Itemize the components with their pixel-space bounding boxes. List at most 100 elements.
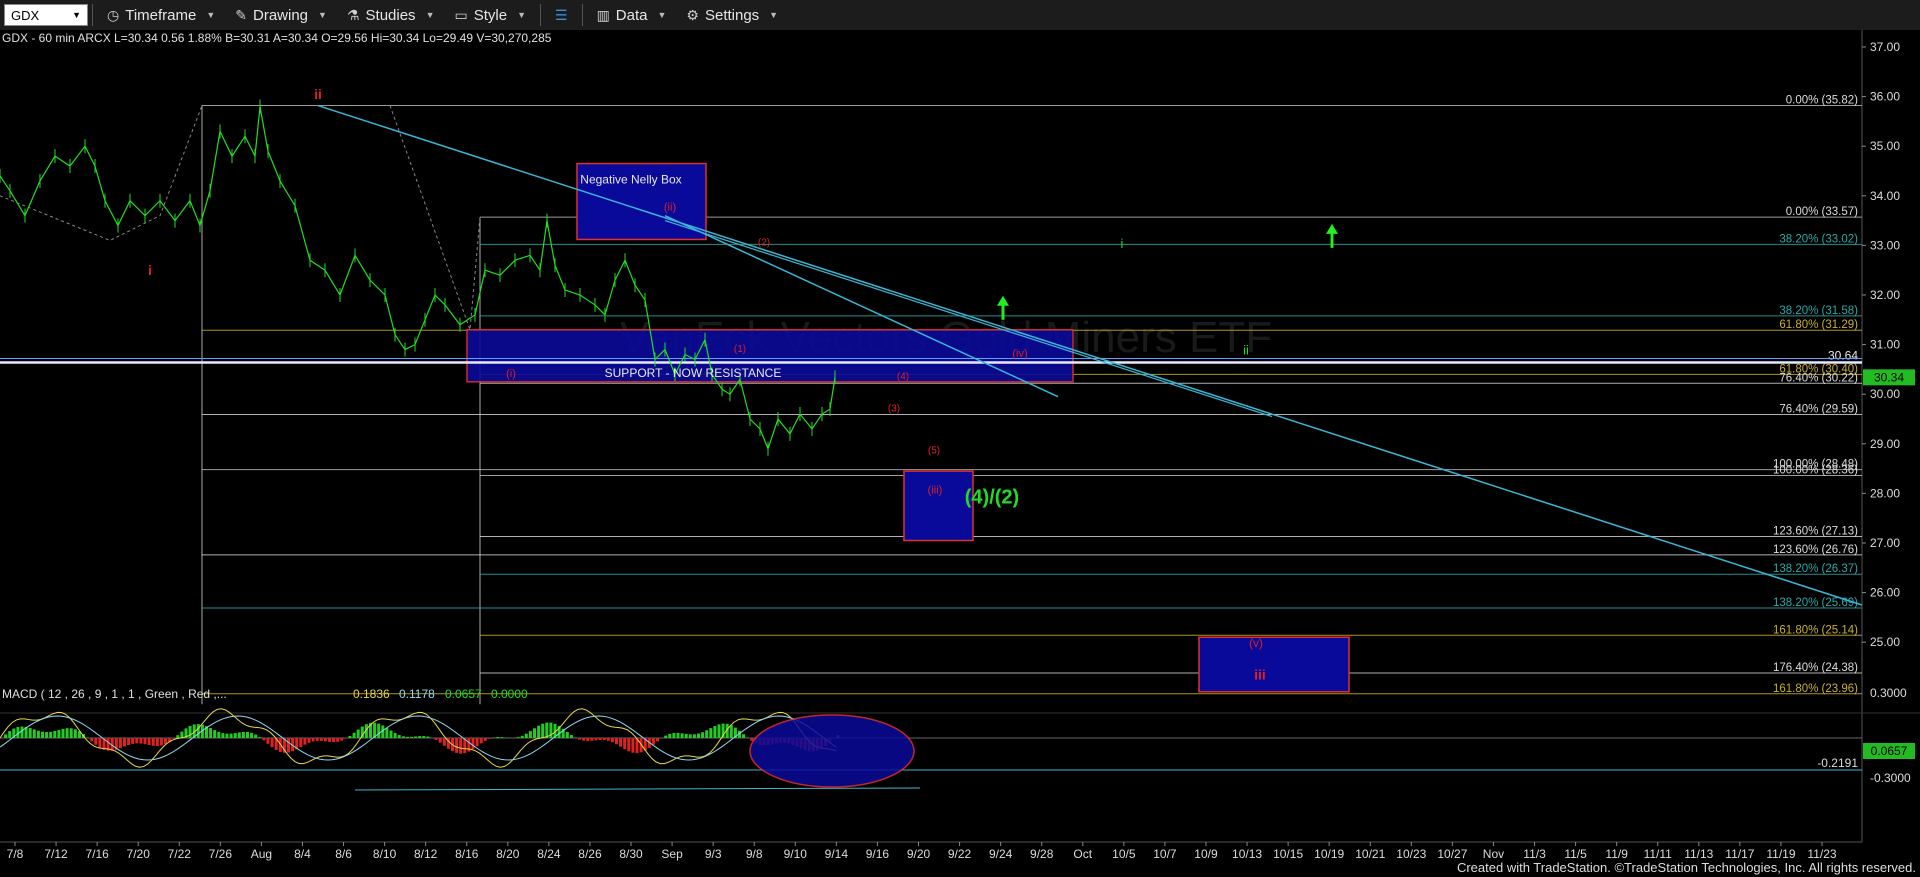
macd-histogram-bar (159, 738, 163, 746)
macd-histogram-bar (397, 735, 401, 738)
macd-histogram-bar (258, 737, 262, 738)
wave-iii-box (903, 470, 974, 542)
macd-histogram-bar (32, 729, 36, 738)
macd-histogram-bar (151, 738, 155, 746)
macd-histogram-bar (631, 738, 635, 753)
fib-level-label: 123.60% (26.76) (1773, 544, 1858, 556)
macd-histogram-bar (668, 733, 672, 738)
x-tick-label: Nov (1483, 847, 1504, 861)
x-tick-label: 9/10 (784, 847, 808, 861)
macd-histogram-bar (315, 738, 319, 741)
wave-annotation: (4)/(2) (965, 486, 1019, 508)
x-tick-label: 8/10 (373, 847, 397, 861)
macd-histogram-bar (45, 732, 49, 738)
studies-menu[interactable]: ⚗ Studies ▼ (337, 0, 445, 30)
macd-histogram-bar (94, 738, 98, 745)
drawing-menu[interactable]: ✎ Drawing ▼ (225, 0, 337, 30)
wave-annotation: ii (314, 86, 322, 102)
x-tick-label: 8/26 (578, 847, 602, 861)
macd-histogram-bar (323, 738, 327, 742)
x-tick-label: 10/23 (1396, 847, 1426, 861)
chevron-down-icon: ▼ (657, 10, 667, 20)
macd-histogram-bar (434, 738, 438, 740)
macd-y-tick-label: 0.3000 (1870, 686, 1907, 700)
macd-histogram-bar (680, 733, 684, 738)
pencil-icon: ✎ (235, 6, 247, 23)
chevron-down-icon: ▼ (72, 10, 81, 20)
macd-histogram-bar (615, 738, 618, 745)
macd-histogram-bar (246, 732, 249, 738)
macd-histogram-bar (594, 738, 598, 741)
fib-level-label: 100.00% (28.36) (1773, 465, 1858, 477)
macd-histogram-bar (20, 726, 24, 738)
macd-histogram-bar (697, 733, 700, 738)
x-tick-label: 7/20 (127, 847, 151, 861)
macd-histogram-bar (438, 738, 442, 743)
macd-histogram-bar (475, 738, 479, 747)
x-tick-label: Aug (251, 847, 272, 861)
wave-annotation: (iv) (1012, 348, 1027, 360)
macd-histogram-bar (401, 736, 405, 738)
x-tick-label: 8/24 (537, 847, 561, 861)
macd-histogram-bar (49, 731, 53, 738)
x-tick-label: 10/27 (1437, 847, 1467, 861)
drawing-label: Drawing (253, 6, 309, 24)
macd-histogram-bar (377, 723, 381, 738)
macd-histogram-bar (602, 738, 606, 741)
macd-histogram-bar (610, 738, 614, 743)
x-tick-label: 8/4 (294, 847, 311, 861)
macd-histogram-bar (237, 732, 241, 738)
price-chart[interactable]: GDX - 60 min ARCX L=30.34 0.56 1.88% B=3… (0, 30, 1920, 877)
toolbar-divider (92, 4, 93, 26)
y-tick-label: 36.00 (1870, 90, 1900, 104)
wave-annotation: i (148, 262, 152, 278)
macd-histogram-bar (565, 732, 569, 738)
macd-histogram-bar (131, 738, 135, 744)
macd-histogram-bar (303, 738, 307, 745)
fib-level-label: 0.00% (35.82) (1786, 95, 1858, 107)
macd-histogram-bar (98, 738, 102, 748)
fib-level-label: 76.40% (29.59) (1779, 404, 1858, 416)
wave-annotation: (1) (734, 344, 746, 355)
data-menu[interactable]: ▥ Data ▼ (587, 0, 677, 30)
symbol-selector[interactable]: GDX ▼ (4, 4, 88, 26)
macd-histogram-bar (287, 738, 290, 753)
macd-histogram-bar (53, 731, 57, 738)
macd-histogram-bar (410, 736, 413, 738)
clock-icon: ◷ (107, 6, 120, 23)
macd-histogram-bar (442, 738, 446, 746)
fib-level-label: 61.80% (31.29) (1779, 319, 1858, 331)
x-tick-label: 10/21 (1355, 847, 1385, 861)
layout-button[interactable]: ☰ (545, 0, 578, 30)
macd-histogram-bar (336, 738, 340, 742)
fib-level-label: 123.60% (27.13) (1773, 526, 1858, 538)
macd-histogram-bar (606, 738, 610, 741)
macd-histogram-bar (537, 725, 541, 738)
macd-histogram-bar (348, 735, 352, 738)
toolbar-divider (581, 4, 583, 26)
macd-value: 0.1178 (399, 687, 435, 701)
fib-level-label: 161.80% (25.14) (1773, 624, 1858, 636)
bars-icon: ▥ (596, 6, 610, 23)
x-tick-label: 7/26 (209, 847, 233, 861)
macd-histogram-bar (41, 731, 44, 738)
x-tick-label: 7/12 (44, 847, 68, 861)
macd-histogram-bar (623, 738, 627, 750)
wave-annotation: (2) (758, 237, 770, 248)
settings-menu[interactable]: ⚙ Settings ▼ (676, 0, 788, 30)
x-tick-label: 9/20 (907, 847, 931, 861)
x-tick-label: Oct (1073, 847, 1092, 861)
macd-histogram-bar (319, 738, 323, 741)
macd-histogram-bar (684, 733, 688, 738)
style-menu[interactable]: ▭ Style ▼ (444, 0, 536, 30)
macd-histogram-bar (147, 738, 151, 746)
macd-histogram-bar (487, 738, 491, 739)
y-tick-label: 29.00 (1870, 437, 1900, 451)
macd-histogram-bar (541, 723, 545, 738)
macd-histogram-bar (241, 731, 245, 738)
timeframe-menu[interactable]: ◷ Timeframe ▼ (97, 0, 225, 30)
fib-level-label: 138.20% (26.37) (1773, 563, 1858, 575)
fib-level-label: 38.20% (33.02) (1779, 233, 1858, 245)
macd-histogram-bar (61, 728, 65, 738)
macd-value: 0.0000 (491, 687, 528, 701)
